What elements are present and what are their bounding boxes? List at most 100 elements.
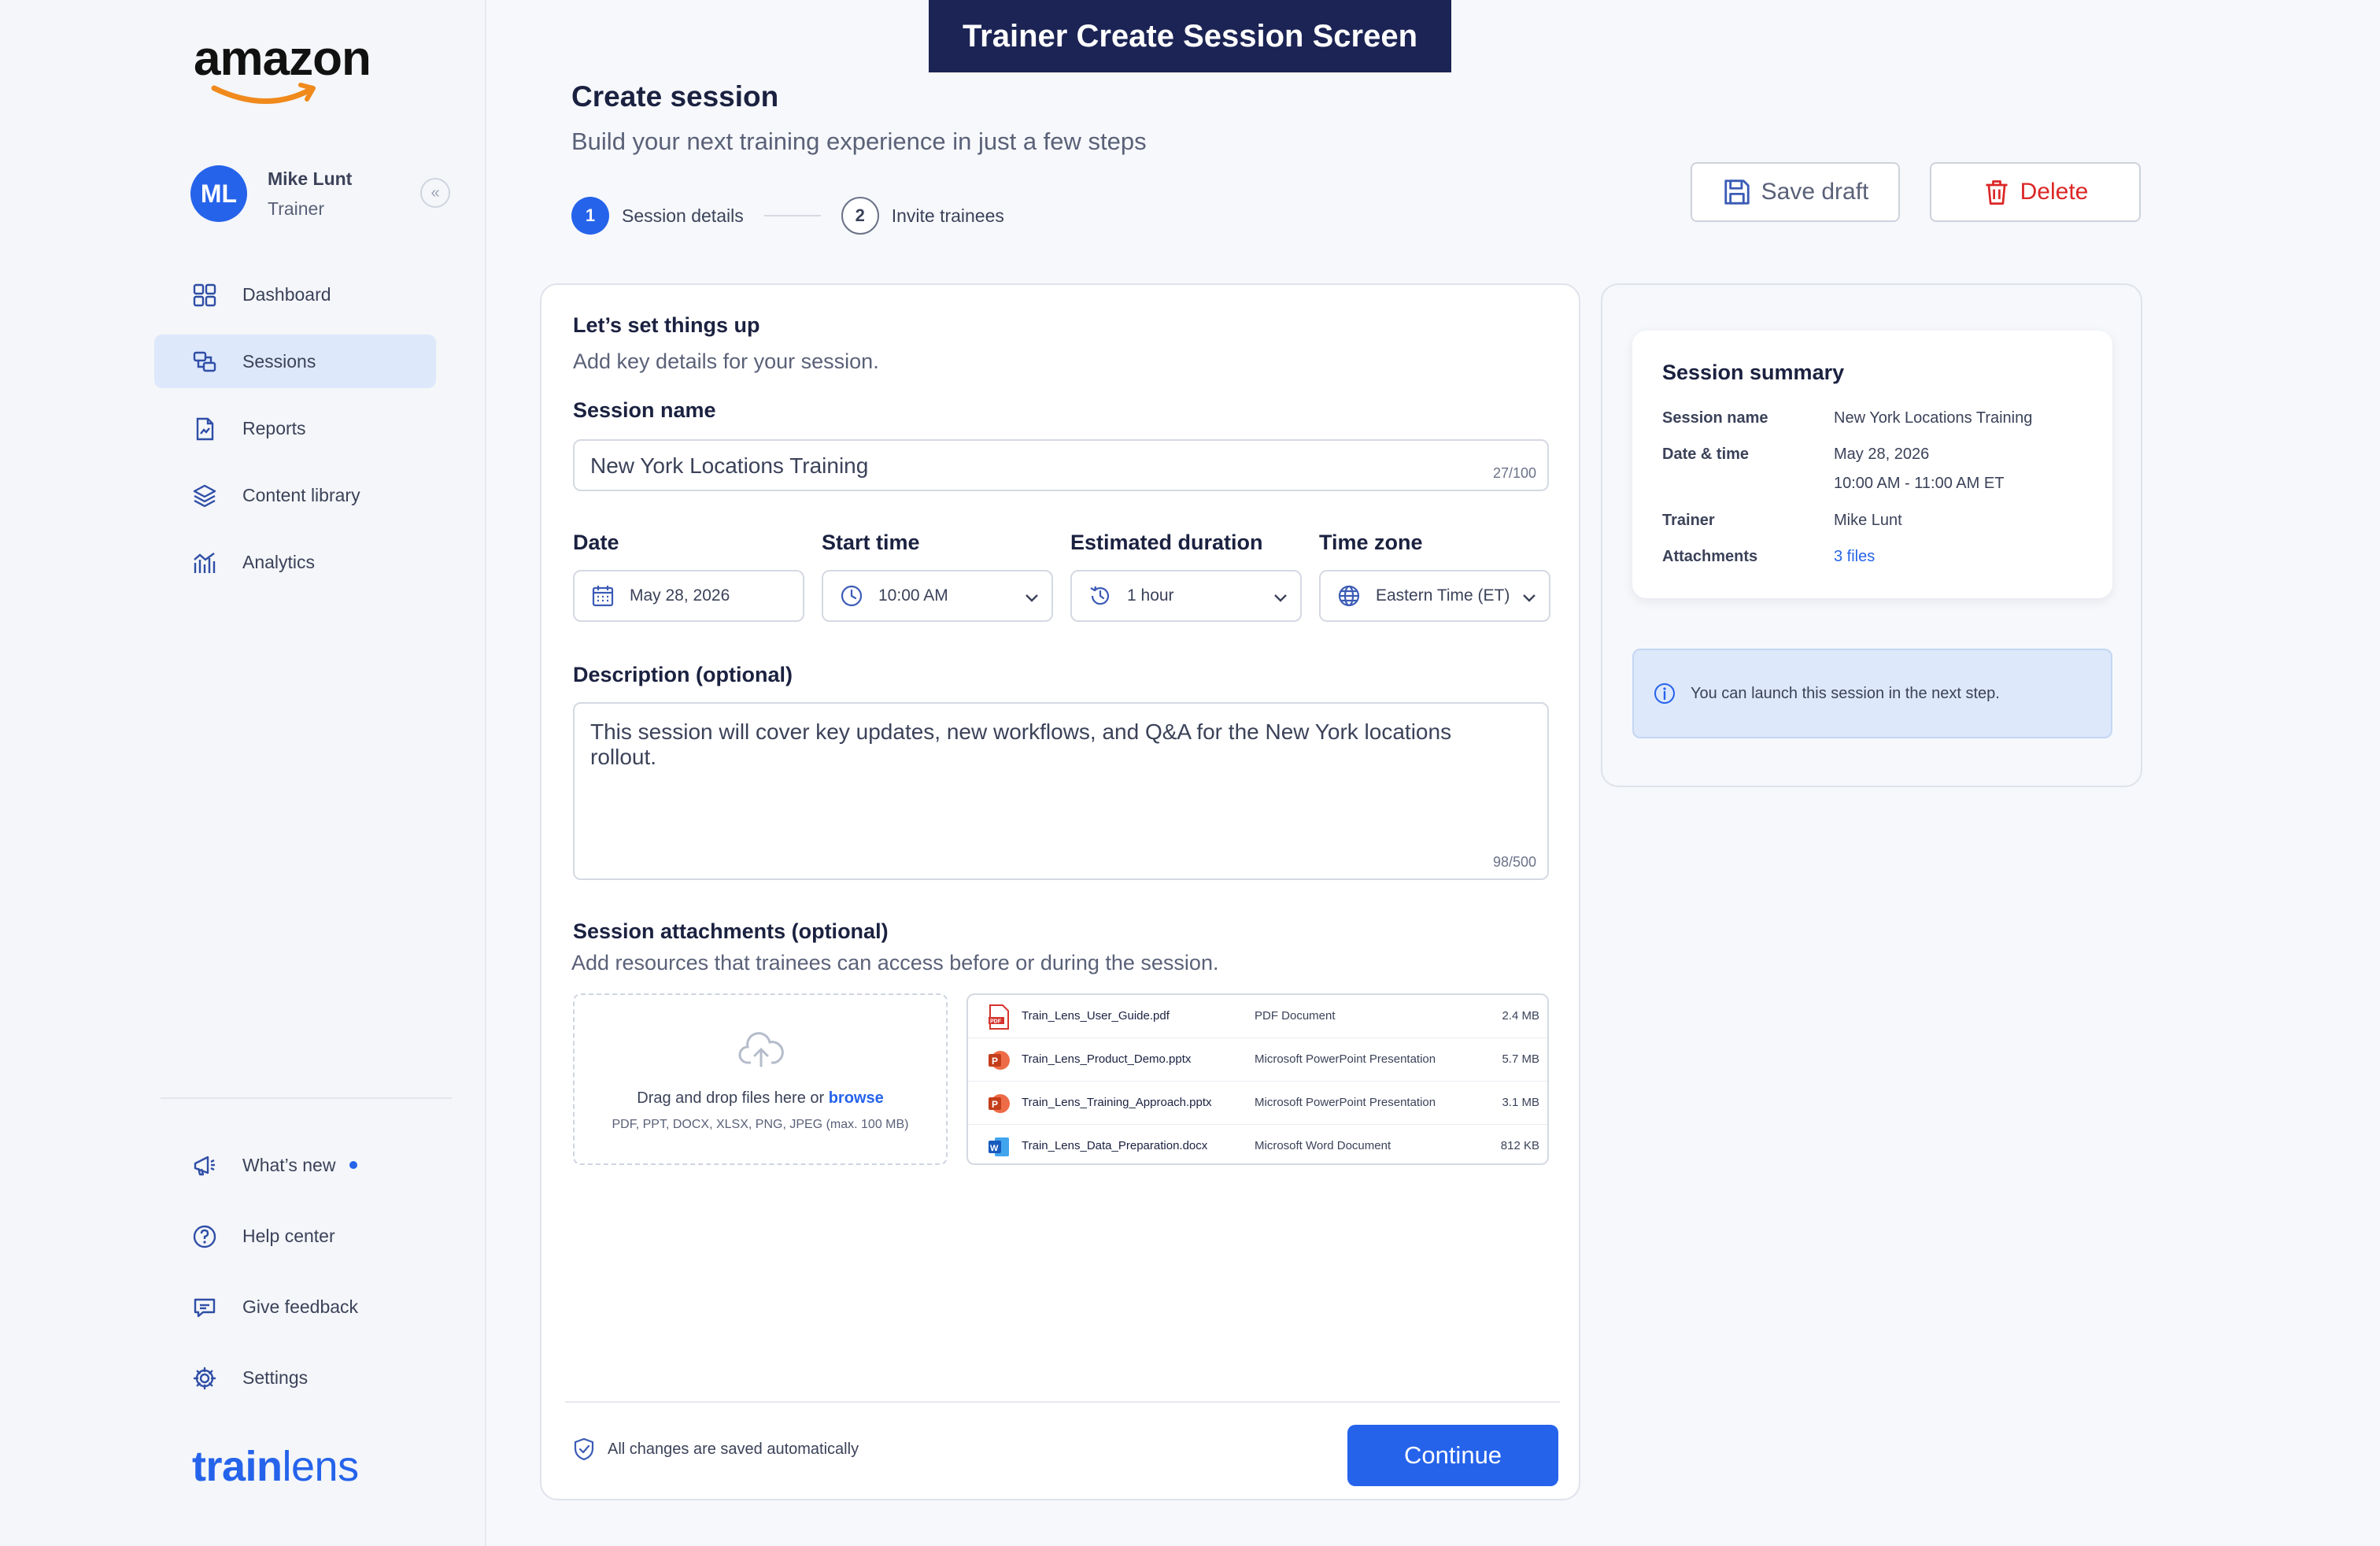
description-label: Description (optional)	[573, 663, 793, 686]
step-1-label[interactable]: Session details	[622, 205, 744, 227]
file-row[interactable]: P Train_Lens_Product_Demo.pptx Microsoft…	[968, 1038, 1547, 1082]
save-draft-button[interactable]: Save draft	[1691, 162, 1900, 222]
double-chevron-left-icon: «	[431, 183, 440, 202]
svg-text:PDF: PDF	[990, 1019, 1002, 1025]
info-icon	[1654, 683, 1675, 704]
autosave-text: All changes are saved automatically	[608, 1440, 859, 1458]
gear-icon	[193, 1367, 216, 1390]
time-zone-select[interactable]: Eastern Time (ET)	[1319, 570, 1550, 622]
page-subtitle: Build your next training experience in j…	[571, 128, 1147, 155]
sidebar-divider	[161, 1097, 452, 1099]
file-type: Microsoft PowerPoint Presentation	[1255, 1052, 1436, 1066]
attachments-subtitle: Add resources that trainees can access b…	[571, 951, 1219, 975]
start-time-label: Start time	[822, 531, 920, 554]
main-nav: Dashboard Sessions Reports Content libra…	[154, 268, 436, 602]
autosave-status: All changes are saved automatically	[573, 1437, 859, 1461]
dropzone-text: Drag and drop files here or browse	[575, 1089, 946, 1108]
file-type: PDF Document	[1255, 1009, 1336, 1023]
save-icon	[1724, 179, 1750, 205]
sidebar-item-give-feedback[interactable]: Give feedback	[154, 1280, 436, 1333]
sidebar-item-dashboard[interactable]: Dashboard	[154, 268, 436, 321]
sidebar: amazon ML Mike Lunt Trainer « Dashboard	[0, 0, 486, 1546]
step-2-label[interactable]: Invite trainees	[892, 205, 1004, 227]
description-char-counter: 98/500	[1492, 854, 1536, 870]
file-name: Train_Lens_Training_Approach.pptx	[1022, 1096, 1212, 1109]
duration-label: Estimated duration	[1070, 531, 1263, 554]
sidebar-item-label: Give feedback	[242, 1296, 359, 1317]
date-picker[interactable]: May 28, 2026	[573, 570, 804, 622]
sidebar-item-analytics[interactable]: Analytics	[154, 535, 436, 589]
file-dropzone[interactable]: Drag and drop files here or browse PDF, …	[573, 993, 948, 1165]
delete-label: Delete	[2020, 179, 2089, 205]
summary-key: Trainer	[1662, 512, 1715, 529]
duration-value: 1 hour	[1127, 586, 1174, 605]
trash-icon	[1986, 180, 2008, 205]
trainlens-logo-train: train	[192, 1443, 283, 1490]
sidebar-item-content-library[interactable]: Content library	[154, 468, 436, 522]
file-row[interactable]: W Train_Lens_Data_Preparation.docx Micro…	[968, 1125, 1547, 1163]
continue-button[interactable]: Continue	[1347, 1425, 1558, 1486]
file-size: 3.1 MB	[1502, 1096, 1539, 1109]
file-name: Train_Lens_Data_Preparation.docx	[1022, 1139, 1208, 1152]
start-time-select[interactable]: 10:00 AM	[822, 570, 1053, 622]
browse-link[interactable]: browse	[829, 1089, 884, 1107]
report-icon	[196, 417, 214, 441]
file-size: 2.4 MB	[1502, 1009, 1539, 1023]
summary-time-value: 10:00 AM - 11:00 AM ET	[1834, 475, 2005, 492]
sidebar-item-help-center[interactable]: Help center	[154, 1209, 436, 1263]
trainlens-logo-lens: lens	[282, 1443, 360, 1490]
form-subtitle: Add key details for your session.	[573, 350, 879, 373]
file-name: Train_Lens_Product_Demo.pptx	[1022, 1052, 1192, 1066]
step-1-number[interactable]: 1	[571, 197, 609, 235]
file-row[interactable]: PDF Train_Lens_User_Guide.pdf PDF Docume…	[968, 995, 1547, 1038]
summary-title: Session summary	[1662, 361, 1845, 384]
powerpoint-icon: P	[989, 1094, 1010, 1113]
summary-key: Attachments	[1662, 548, 1758, 565]
shield-check-icon	[574, 1437, 594, 1461]
summary-value: New York Locations Training	[1834, 409, 2033, 427]
attachments-label: Session attachments (optional)	[573, 919, 889, 943]
new-indicator-dot	[349, 1161, 358, 1169]
collapse-sidebar-button[interactable]: «	[420, 178, 450, 208]
description-textarea[interactable]: This session will cover key updates, new…	[573, 702, 1549, 880]
dropzone-formats: PDF, PPT, DOCX, XLSX, PNG, JPEG (max. 10…	[612, 1118, 909, 1131]
summary-attachments-link[interactable]: 3 files	[1834, 548, 2117, 566]
step-2-number[interactable]: 2	[841, 197, 879, 235]
sidebar-item-sessions[interactable]: Sessions	[154, 335, 436, 388]
session-name-input[interactable]: New York Locations Training 27/100	[573, 439, 1549, 491]
analytics-icon	[194, 553, 216, 573]
chevron-down-icon	[1523, 594, 1536, 602]
feedback-icon	[194, 1298, 216, 1318]
sidebar-item-settings[interactable]: Settings	[154, 1351, 436, 1404]
step-connector	[763, 215, 821, 216]
amazon-logo: amazon	[194, 31, 382, 107]
session-name-char-counter: 27/100	[1492, 465, 1536, 481]
stepper: 1 Session details 2 Invite trainees	[571, 197, 1004, 235]
sidebar-item-whats-new[interactable]: What’s new	[154, 1138, 436, 1192]
amazon-wordmark: amazon	[194, 31, 371, 86]
file-size: 5.7 MB	[1502, 1052, 1539, 1066]
summary-key: Date & time	[1662, 446, 1750, 463]
file-size: 812 KB	[1500, 1139, 1539, 1152]
duration-select[interactable]: 1 hour	[1070, 570, 1302, 622]
time-zone-value: Eastern Time (ET)	[1376, 586, 1510, 605]
svg-text:W: W	[990, 1144, 999, 1153]
summary-panel: Session summary Session name New York Lo…	[1601, 283, 2142, 787]
user-profile: ML Mike Lunt Trainer «	[190, 164, 458, 224]
delete-button[interactable]: Delete	[1930, 162, 2141, 222]
sidebar-item-label: Content library	[242, 484, 360, 505]
help-icon	[193, 1225, 216, 1248]
user-name: Mike Lunt	[268, 168, 353, 189]
sidebar-item-reports[interactable]: Reports	[154, 401, 436, 455]
time-zone-label: Time zone	[1319, 531, 1423, 554]
word-icon: W	[989, 1137, 1009, 1156]
history-icon	[1090, 586, 1110, 605]
sidebar-item-label: Reports	[242, 417, 306, 438]
file-row[interactable]: P Train_Lens_Training_Approach.pptx Micr…	[968, 1082, 1547, 1125]
layers-icon	[193, 484, 216, 508]
sidebar-item-label: Analytics	[242, 551, 316, 572]
amazon-smile-icon	[211, 83, 316, 104]
bottom-nav: What’s new Help center Give feedback Set…	[154, 1138, 436, 1422]
attached-files-list: PDF Train_Lens_User_Guide.pdf PDF Docume…	[966, 993, 1549, 1165]
summary-value: Mike Lunt	[1834, 512, 1902, 529]
